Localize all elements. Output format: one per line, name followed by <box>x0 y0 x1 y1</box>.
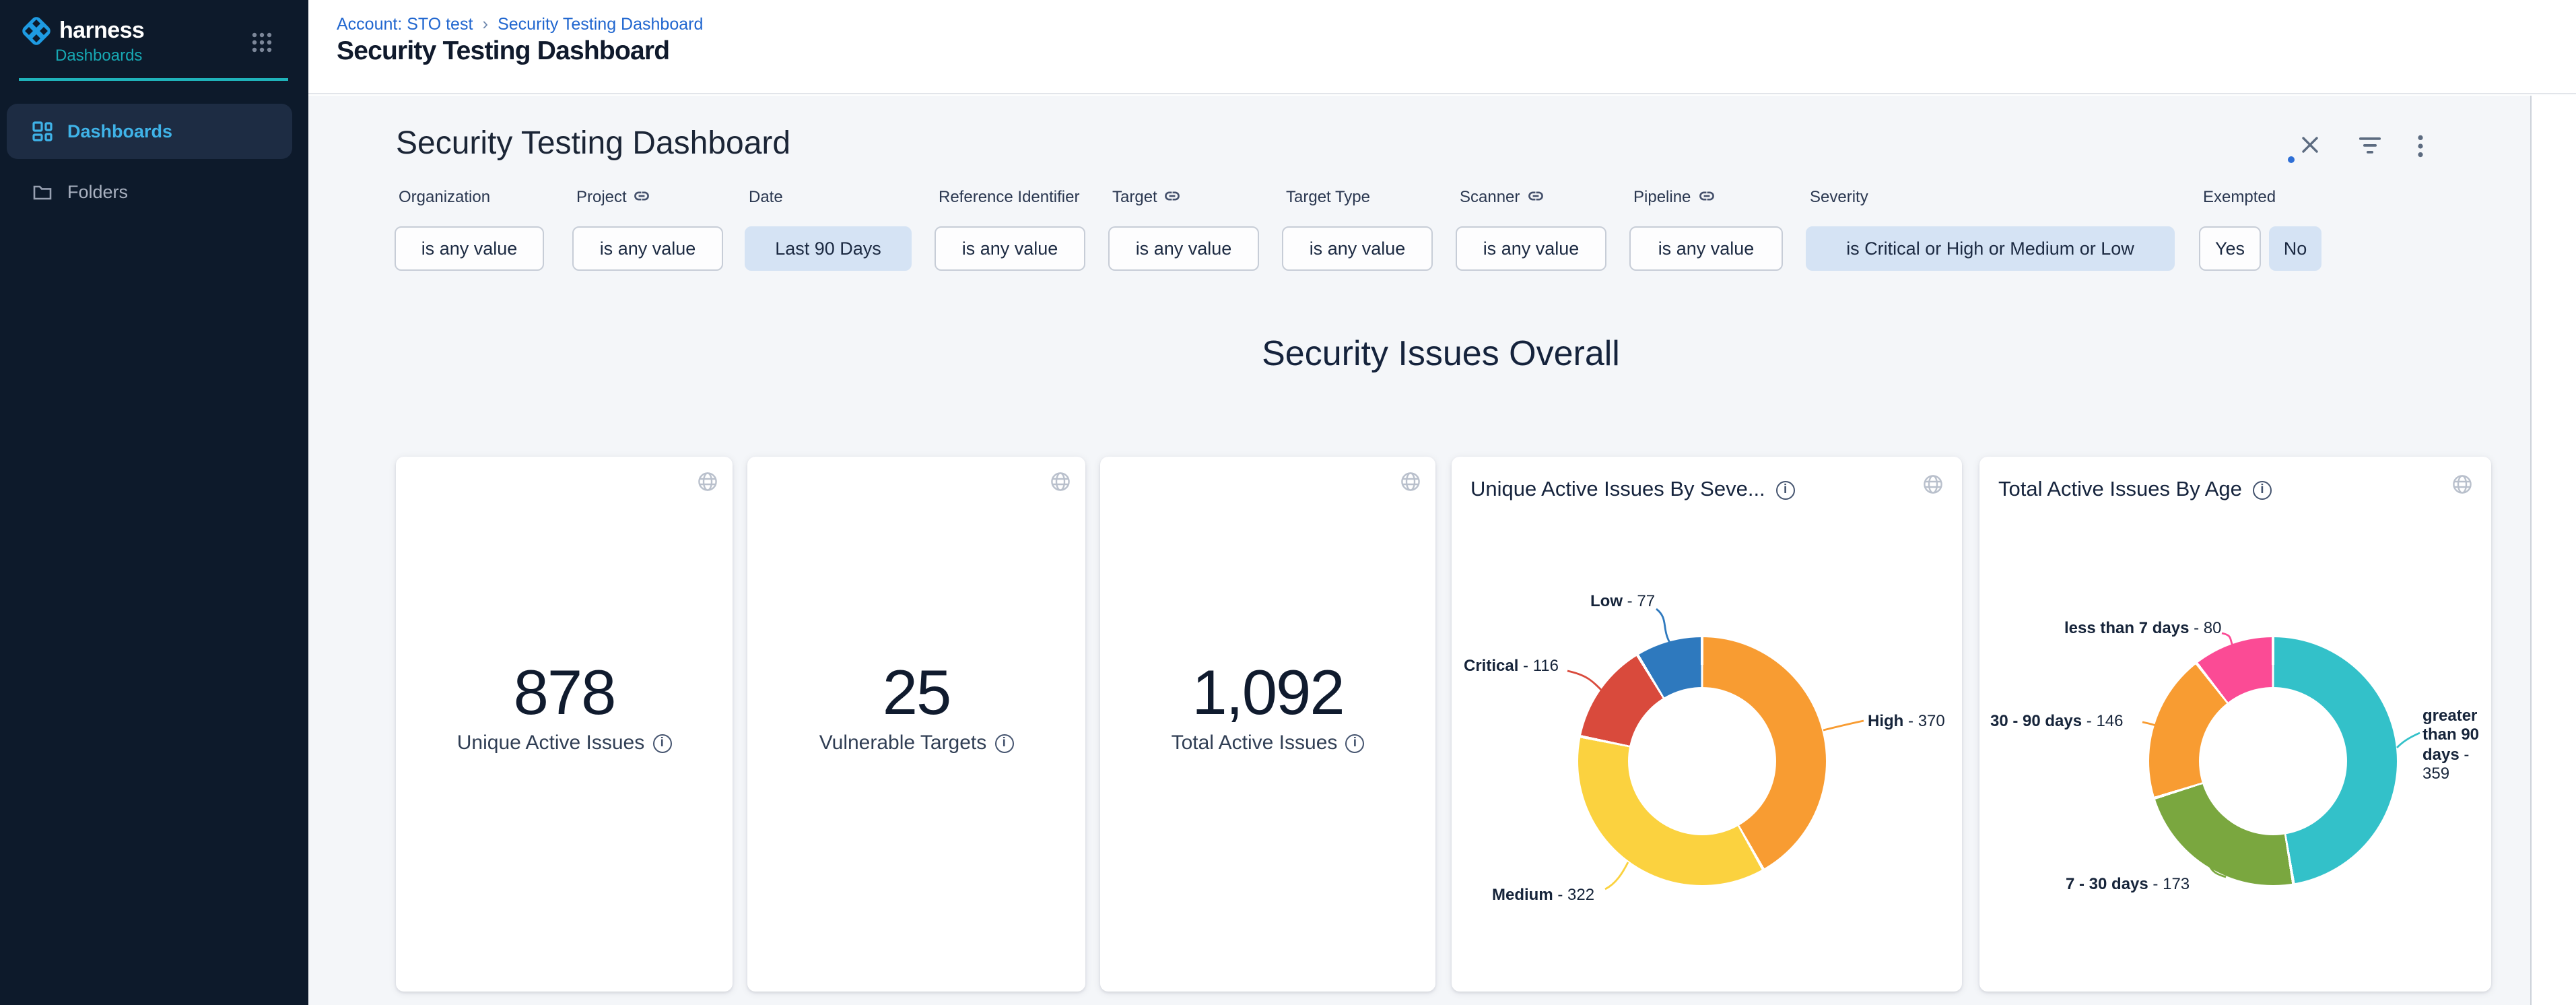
chart-card-issues-by-severity: Unique Active Issues By Seve... Low77 Cr… <box>1452 457 1962 992</box>
chart-label-low: Low77 <box>1590 591 1655 611</box>
app-window: harness Dashboards Dash <box>0 0 2576 1005</box>
dashboard-title: Security Testing Dashboard <box>396 125 790 163</box>
filter-value-button[interactable]: is any value <box>1282 226 1433 271</box>
right-edge-panel <box>2530 96 2576 1005</box>
info-icon[interactable] <box>2253 481 2272 500</box>
filter-value-button[interactable]: is any value <box>1629 226 1783 271</box>
chart-label-30-90-days: 30 - 90 days146 <box>1990 711 2124 731</box>
brand[interactable]: harness <box>19 13 144 48</box>
globe-icon[interactable] <box>1400 472 1421 492</box>
globe-icon[interactable] <box>2452 474 2472 494</box>
sidebar-item-folders[interactable]: Folders <box>7 164 292 220</box>
chart-label-critical: Critical116 <box>1464 656 1559 676</box>
top-header: Account: STO test › Security Testing Das… <box>308 0 2576 94</box>
app-grid-icon[interactable] <box>252 32 272 53</box>
globe-icon[interactable] <box>1923 474 1943 494</box>
dashboard-toolbar <box>2282 132 2444 164</box>
filter-pipeline: Pipeline is any value <box>1629 186 1783 271</box>
filter-value-button[interactable]: Last 90 Days <box>745 226 912 271</box>
exempted-yes-button[interactable]: Yes <box>2199 226 2261 271</box>
filter-label: Target Type <box>1282 186 1433 206</box>
info-icon[interactable] <box>994 734 1013 752</box>
filter-label: Scanner <box>1456 186 1606 206</box>
close-icon[interactable] <box>2300 135 2320 155</box>
stat-label: Vulnerable Targets <box>747 732 1085 754</box>
filter-exempted: Exempted Yes No <box>2199 186 2321 271</box>
info-icon[interactable] <box>1776 481 1795 500</box>
filter-label: Date <box>745 186 912 206</box>
chart-label-greater-than-90-days: greater than 90 days359 <box>2422 706 2488 783</box>
page-title: Security Testing Dashboard <box>337 36 669 67</box>
globe-icon[interactable] <box>698 472 718 492</box>
sidebar-divider <box>19 78 288 81</box>
chart-label-less-than-7-days: less than 7 days80 <box>2064 618 2222 638</box>
filter-value-button[interactable]: is any value <box>935 226 1085 271</box>
breadcrumb: Account: STO test › Security Testing Das… <box>337 13 703 34</box>
filter-value-button[interactable]: is any value <box>1108 226 1259 271</box>
sidebar: harness Dashboards Dash <box>0 0 308 1005</box>
chart-label-7-30-days: 7 - 30 days173 <box>2066 874 2190 894</box>
filter-label: Organization <box>395 186 544 206</box>
sidebar-item-label: Folders <box>67 182 128 202</box>
filter-project: Project is any value <box>572 186 723 271</box>
filter-icon[interactable] <box>2358 136 2382 155</box>
brand-name: harness <box>59 18 144 44</box>
link-icon <box>1526 187 1544 205</box>
filter-value-button[interactable]: is any value <box>1456 226 1606 271</box>
breadcrumb-account-link[interactable]: Account: STO test <box>337 14 473 33</box>
link-icon <box>634 187 651 205</box>
chart-card-issues-by-age: Total Active Issues By Age less than 7 d… <box>1979 457 2491 992</box>
stat-value: 878 <box>396 655 733 729</box>
filter-target: Target is any value <box>1108 186 1259 271</box>
stat-card-total-active-issues: 1,092 Total Active Issues <box>1100 457 1435 992</box>
stat-value: 25 <box>747 655 1085 729</box>
filter-value-button[interactable]: is any value <box>395 226 544 271</box>
filter-reference-identifier: Reference Identifier is any value <box>935 186 1085 271</box>
sidebar-item-dashboards[interactable]: Dashboards <box>7 104 292 159</box>
filter-label: Pipeline <box>1629 186 1783 206</box>
filter-target-type: Target Type is any value <box>1282 186 1433 271</box>
filter-label: Reference Identifier <box>935 186 1085 206</box>
kebab-menu-icon[interactable] <box>2417 135 2424 158</box>
stat-label: Total Active Issues <box>1100 732 1435 754</box>
filter-value-button[interactable]: is any value <box>572 226 723 271</box>
filter-organization: Organization is any value <box>395 186 544 271</box>
breadcrumb-page-link[interactable]: Security Testing Dashboard <box>498 14 703 33</box>
module-name: Dashboards <box>55 46 142 65</box>
link-icon <box>1164 187 1182 205</box>
filter-label: Project <box>572 186 723 206</box>
dashboards-grid-icon <box>32 121 53 141</box>
chart-label-medium: Medium322 <box>1492 885 1594 905</box>
filter-severity: Severity is Critical or High or Medium o… <box>1806 186 2175 271</box>
filter-scanner: Scanner is any value <box>1456 186 1606 271</box>
section-title: Security Issues Overall <box>902 333 1979 375</box>
link-icon <box>1697 187 1715 205</box>
filter-label: Severity <box>1806 186 2175 206</box>
filter-label: Target <box>1108 186 1259 206</box>
chart-label-high: High370 <box>1868 711 1945 731</box>
filter-value-button[interactable]: is Critical or High or Medium or Low <box>1806 226 2175 271</box>
chart-title: Total Active Issues By Age <box>1998 478 2272 502</box>
filter-label: Exempted <box>2199 186 2321 206</box>
stat-card-unique-active-issues: 878 Unique Active Issues <box>396 457 733 992</box>
stat-label: Unique Active Issues <box>396 732 733 754</box>
folder-icon <box>32 182 53 202</box>
sidebar-item-label: Dashboards <box>67 121 172 141</box>
info-icon[interactable] <box>1345 734 1364 752</box>
donut-chart-age[interactable] <box>2149 637 2397 885</box>
filter-date: Date Last 90 Days <box>745 186 912 271</box>
chart-title: Unique Active Issues By Seve... <box>1470 478 1795 502</box>
info-icon[interactable] <box>652 734 671 752</box>
notification-dot <box>2288 156 2295 163</box>
exempted-no-button[interactable]: No <box>2269 226 2321 271</box>
stat-card-vulnerable-targets: 25 Vulnerable Targets <box>747 457 1085 992</box>
donut-chart-severity[interactable] <box>1578 637 1826 885</box>
globe-icon[interactable] <box>1050 472 1071 492</box>
harness-logo-icon <box>19 13 54 48</box>
breadcrumb-chevron-icon: › <box>482 13 488 34</box>
stat-value: 1,092 <box>1100 655 1435 729</box>
